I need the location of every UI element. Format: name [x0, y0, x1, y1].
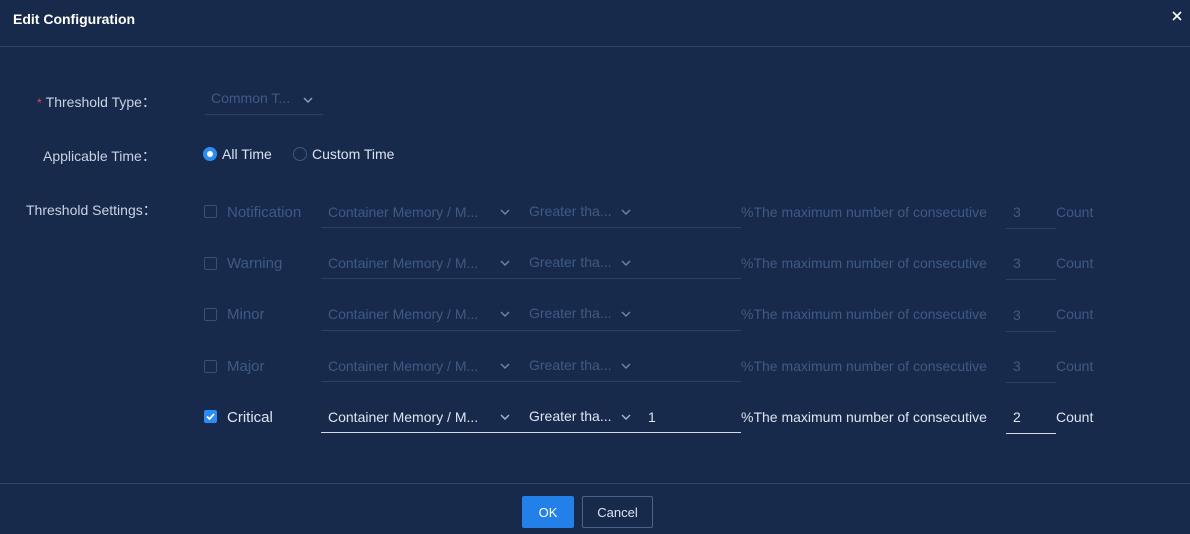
- count-underline: [1006, 228, 1056, 229]
- count-unit: Count: [1056, 255, 1094, 271]
- field-underline: [321, 278, 741, 279]
- radio-all-time-label: All Time: [222, 146, 272, 162]
- radio-custom-time[interactable]: Custom Time: [293, 146, 394, 162]
- footer-divider: [0, 483, 1190, 484]
- metric-select[interactable]: Container Memory / M...: [328, 255, 478, 271]
- chevron-down-icon: [500, 414, 510, 420]
- consecutive-description: %The maximum number of consecutive: [741, 306, 987, 322]
- count-input[interactable]: 3: [1013, 255, 1021, 271]
- threshold-type-label-text: Threshold Type：: [45, 94, 156, 110]
- count-input[interactable]: 3: [1013, 204, 1021, 220]
- count-underline: [1006, 279, 1056, 280]
- level-label: Minor: [227, 306, 265, 323]
- metric-select[interactable]: Container Memory / M...: [328, 306, 478, 322]
- operator-select[interactable]: Greater tha...: [529, 357, 611, 373]
- level-label: Major: [227, 358, 265, 375]
- close-icon[interactable]: [1170, 9, 1184, 23]
- field-underline: [321, 227, 741, 228]
- required-mark: *: [37, 96, 42, 110]
- chevron-down-icon: [621, 311, 631, 317]
- field-underline: [321, 330, 741, 331]
- chevron-down-icon: [621, 260, 631, 266]
- ok-button[interactable]: OK: [522, 496, 574, 528]
- cancel-button[interactable]: Cancel: [582, 496, 653, 528]
- level-label: Notification: [227, 204, 302, 221]
- count-unit: Count: [1056, 204, 1094, 220]
- count-input[interactable]: 3: [1013, 358, 1021, 374]
- check-icon: [206, 413, 215, 421]
- operator-select[interactable]: Greater tha...: [529, 203, 611, 219]
- count-input[interactable]: 3: [1013, 307, 1021, 323]
- chevron-down-icon: [500, 311, 510, 317]
- chevron-down-icon: [621, 209, 631, 215]
- operator-select[interactable]: Greater tha...: [529, 305, 611, 321]
- consecutive-description: %The maximum number of consecutive: [741, 358, 987, 374]
- threshold-row-warning: Warning Container Memory / M... Greater …: [0, 243, 1190, 283]
- field-underline: [321, 432, 741, 433]
- count-unit: Count: [1056, 409, 1094, 425]
- count-unit: Count: [1056, 358, 1094, 374]
- applicable-time-label: Applicable Time：: [43, 148, 156, 164]
- count-underline: [1006, 382, 1056, 383]
- radio-custom-time-label: Custom Time: [312, 146, 395, 162]
- level-label: Critical: [227, 409, 273, 426]
- threshold-row-major: Major Container Memory / M... Greater th…: [0, 346, 1190, 386]
- count-input[interactable]: 2: [1013, 409, 1021, 425]
- dialog-title: Edit Configuration: [13, 11, 136, 27]
- threshold-type-value: Common T...: [211, 90, 291, 106]
- chevron-down-icon: [303, 97, 313, 103]
- chevron-down-icon: [500, 363, 510, 369]
- operator-select[interactable]: Greater tha...: [529, 254, 611, 270]
- chevron-down-icon: [621, 363, 631, 369]
- radio-unselected-icon: [293, 147, 307, 161]
- threshold-type-label: * Threshold Type：: [37, 92, 156, 112]
- count-underline: [1006, 433, 1056, 434]
- threshold-row-notification: Notification Container Memory / M... Gre…: [0, 192, 1190, 232]
- consecutive-description: %The maximum number of consecutive: [741, 255, 987, 271]
- radio-selected-icon: [203, 147, 217, 161]
- radio-all-time[interactable]: All Time: [203, 146, 272, 162]
- metric-select[interactable]: Container Memory / M...: [328, 204, 478, 220]
- level-checkbox[interactable]: [204, 308, 217, 321]
- consecutive-description: %The maximum number of consecutive: [741, 204, 987, 220]
- chevron-down-icon: [500, 260, 510, 266]
- chevron-down-icon: [621, 414, 631, 420]
- metric-select[interactable]: Container Memory / M...: [328, 358, 478, 374]
- consecutive-description: %The maximum number of consecutive: [741, 409, 987, 425]
- level-checkbox[interactable]: [204, 205, 217, 218]
- count-underline: [1006, 331, 1056, 332]
- metric-select[interactable]: Container Memory / M...: [328, 409, 478, 425]
- level-checkbox[interactable]: [204, 257, 217, 270]
- level-label: Warning: [227, 255, 283, 272]
- threshold-row-critical: Critical Container Memory / M... Greater…: [0, 397, 1190, 437]
- level-checkbox[interactable]: [204, 360, 217, 373]
- threshold-type-select[interactable]: Common T...: [205, 86, 323, 115]
- field-underline: [321, 381, 741, 382]
- level-checkbox[interactable]: [204, 410, 217, 423]
- chevron-down-icon: [500, 209, 510, 215]
- threshold-row-minor: Minor Container Memory / M... Greater th…: [0, 294, 1190, 334]
- count-unit: Count: [1056, 306, 1094, 322]
- operator-select[interactable]: Greater tha...: [529, 408, 611, 424]
- dialog-header: Edit Configuration: [0, 0, 1190, 47]
- threshold-value-input[interactable]: 1: [648, 409, 656, 425]
